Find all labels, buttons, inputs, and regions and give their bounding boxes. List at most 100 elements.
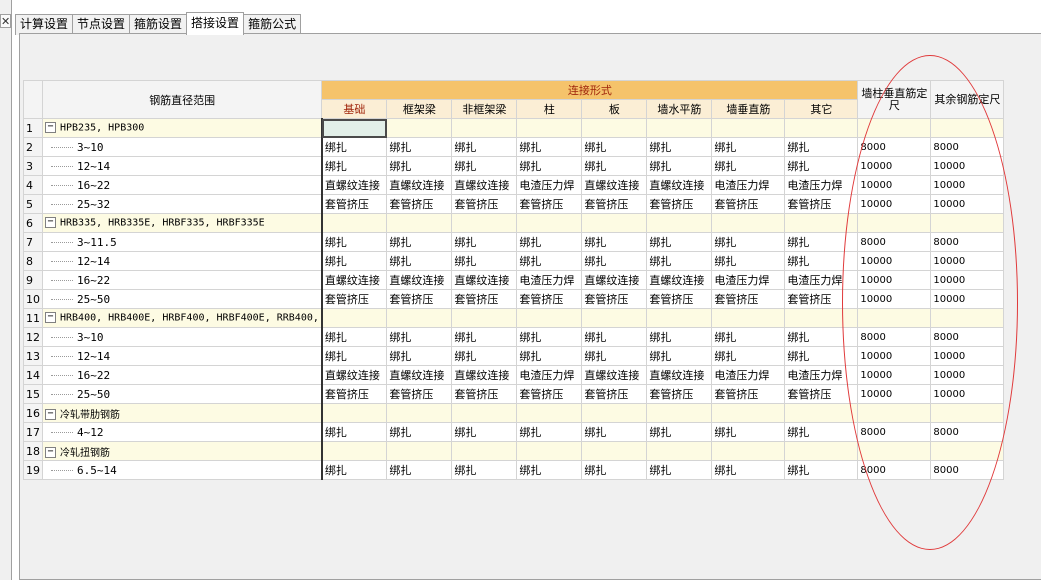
connection-cell[interactable]: 直螺纹连接 — [451, 365, 518, 385]
collapse-icon[interactable]: − — [45, 409, 56, 420]
connection-cell[interactable]: 绑扎 — [784, 327, 859, 347]
collapse-icon[interactable]: − — [45, 447, 56, 458]
connection-cell[interactable]: 绑扎 — [711, 460, 786, 480]
wall-column-length-cell[interactable] — [857, 213, 932, 233]
connection-cell[interactable]: 绑扎 — [516, 137, 583, 157]
wall-column-length-cell[interactable]: 8000 — [857, 327, 932, 347]
diameter-range-cell[interactable]: 12~14 — [41, 156, 323, 176]
connection-cell[interactable]: 绑扎 — [386, 137, 453, 157]
diameter-range-cell[interactable]: 16~22 — [41, 175, 323, 195]
connection-cell[interactable] — [711, 441, 786, 461]
wall-column-length-cell[interactable]: 10000 — [857, 289, 932, 309]
wall-column-length-cell[interactable]: 8000 — [857, 137, 932, 157]
connection-cell[interactable] — [581, 308, 648, 328]
connection-cell[interactable] — [711, 308, 786, 328]
connection-cell[interactable]: 直螺纹连接 — [386, 365, 453, 385]
connection-cell[interactable] — [451, 308, 518, 328]
connection-cell[interactable]: 绑扎 — [711, 422, 786, 442]
connection-cell[interactable]: 绑扎 — [711, 156, 786, 176]
connection-cell[interactable] — [646, 441, 713, 461]
connection-cell[interactable] — [711, 213, 786, 233]
connection-cell[interactable]: 绑扎 — [386, 156, 453, 176]
wall-column-length-cell[interactable]: 10000 — [857, 194, 932, 214]
wall-column-length-cell[interactable] — [857, 441, 932, 461]
other-length-cell[interactable] — [930, 403, 1005, 423]
other-length-cell[interactable]: 10000 — [930, 156, 1005, 176]
connection-cell[interactable]: 绑扎 — [386, 346, 453, 366]
connection-cell[interactable]: 电渣压力焊 — [516, 365, 583, 385]
connection-cell[interactable]: 套管挤压 — [386, 289, 453, 309]
connection-cell[interactable] — [784, 308, 859, 328]
wall-column-length-cell[interactable]: 10000 — [857, 384, 932, 404]
connection-cell[interactable]: 绑扎 — [516, 422, 583, 442]
other-length-cell[interactable] — [930, 213, 1005, 233]
other-length-cell[interactable]: 10000 — [930, 194, 1005, 214]
connection-cell[interactable] — [451, 213, 518, 233]
diameter-range-cell[interactable]: 16~22 — [41, 270, 323, 290]
connection-cell[interactable]: 绑扎 — [516, 327, 583, 347]
connection-cell[interactable] — [516, 118, 583, 138]
connection-cell[interactable] — [711, 403, 786, 423]
connection-cell[interactable] — [516, 213, 583, 233]
connection-cell[interactable]: 直螺纹连接 — [320, 270, 388, 290]
connection-cell[interactable]: 绑扎 — [581, 346, 648, 366]
collapse-icon[interactable]: − — [45, 217, 56, 229]
connection-cell[interactable]: 直螺纹连接 — [320, 365, 388, 385]
connection-cell[interactable]: 绑扎 — [451, 232, 518, 252]
tab-stirrup-settings[interactable]: 箍筋设置 — [129, 14, 188, 35]
diameter-range-cell[interactable]: 3~10 — [41, 137, 323, 157]
connection-cell[interactable]: 套管挤压 — [711, 289, 786, 309]
connection-cell[interactable]: 绑扎 — [516, 346, 583, 366]
connection-cell[interactable] — [320, 213, 388, 233]
connection-cell[interactable]: 套管挤压 — [784, 194, 859, 214]
connection-cell[interactable] — [386, 213, 453, 233]
connection-cell[interactable] — [451, 403, 518, 423]
connection-cell[interactable] — [516, 441, 583, 461]
wall-column-length-cell[interactable]: 10000 — [857, 175, 932, 195]
connection-cell[interactable]: 绑扎 — [784, 422, 859, 442]
tab-stirrup-formula[interactable]: 箍筋公式 — [243, 14, 302, 35]
other-length-cell[interactable] — [930, 118, 1005, 138]
connection-cell[interactable]: 绑扎 — [646, 156, 713, 176]
connection-cell[interactable]: 套管挤压 — [646, 194, 713, 214]
connection-cell[interactable]: 套管挤压 — [516, 194, 583, 214]
connection-cell[interactable]: 绑扎 — [516, 251, 583, 271]
connection-cell[interactable]: 绑扎 — [711, 346, 786, 366]
connection-cell[interactable]: 电渣压力焊 — [711, 270, 786, 290]
wall-column-length-cell[interactable]: 10000 — [857, 346, 932, 366]
other-length-cell[interactable]: 8000 — [930, 137, 1005, 157]
connection-cell[interactable]: 绑扎 — [320, 232, 388, 252]
connection-cell[interactable]: 绑扎 — [516, 232, 583, 252]
connection-cell[interactable]: 套管挤压 — [386, 194, 453, 214]
connection-cell[interactable] — [581, 213, 648, 233]
connection-cell[interactable] — [784, 213, 859, 233]
connection-cell[interactable]: 绑扎 — [320, 346, 388, 366]
diameter-range-cell[interactable]: − HRB400, HRB400E, HRBF400, HRBF400E, RRB… — [41, 308, 323, 328]
tab-node-settings[interactable]: 节点设置 — [72, 14, 131, 35]
connection-cell[interactable]: 电渣压力焊 — [711, 365, 786, 385]
other-length-cell[interactable]: 10000 — [930, 346, 1005, 366]
connection-cell[interactable]: 套管挤压 — [451, 384, 518, 404]
wall-column-length-cell[interactable] — [857, 308, 932, 328]
connection-cell[interactable]: 直螺纹连接 — [386, 270, 453, 290]
other-length-cell[interactable]: 10000 — [930, 251, 1005, 271]
wall-column-length-cell[interactable] — [857, 403, 932, 423]
connection-cell[interactable]: 绑扎 — [386, 251, 453, 271]
connection-cell[interactable]: 绑扎 — [784, 346, 859, 366]
connection-cell[interactable]: 套管挤压 — [646, 384, 713, 404]
diameter-range-cell[interactable]: − 冷轧扭钢筋 — [41, 441, 323, 461]
wall-column-length-cell[interactable]: 10000 — [857, 156, 932, 176]
connection-cell[interactable]: 绑扎 — [784, 156, 859, 176]
connection-cell[interactable]: 绑扎 — [451, 251, 518, 271]
connection-cell[interactable] — [516, 403, 583, 423]
connection-cell[interactable]: 绑扎 — [784, 232, 859, 252]
collapse-icon[interactable]: − — [45, 312, 56, 324]
connection-cell[interactable]: 绑扎 — [646, 327, 713, 347]
connection-cell[interactable]: 直螺纹连接 — [320, 175, 388, 195]
other-length-cell[interactable]: 10000 — [930, 384, 1005, 404]
other-length-cell[interactable]: 10000 — [930, 175, 1005, 195]
connection-cell[interactable]: 绑扎 — [451, 156, 518, 176]
wall-column-length-cell[interactable]: 8000 — [857, 422, 932, 442]
connection-cell[interactable]: 套管挤压 — [451, 289, 518, 309]
connection-cell[interactable]: 绑扎 — [581, 422, 648, 442]
